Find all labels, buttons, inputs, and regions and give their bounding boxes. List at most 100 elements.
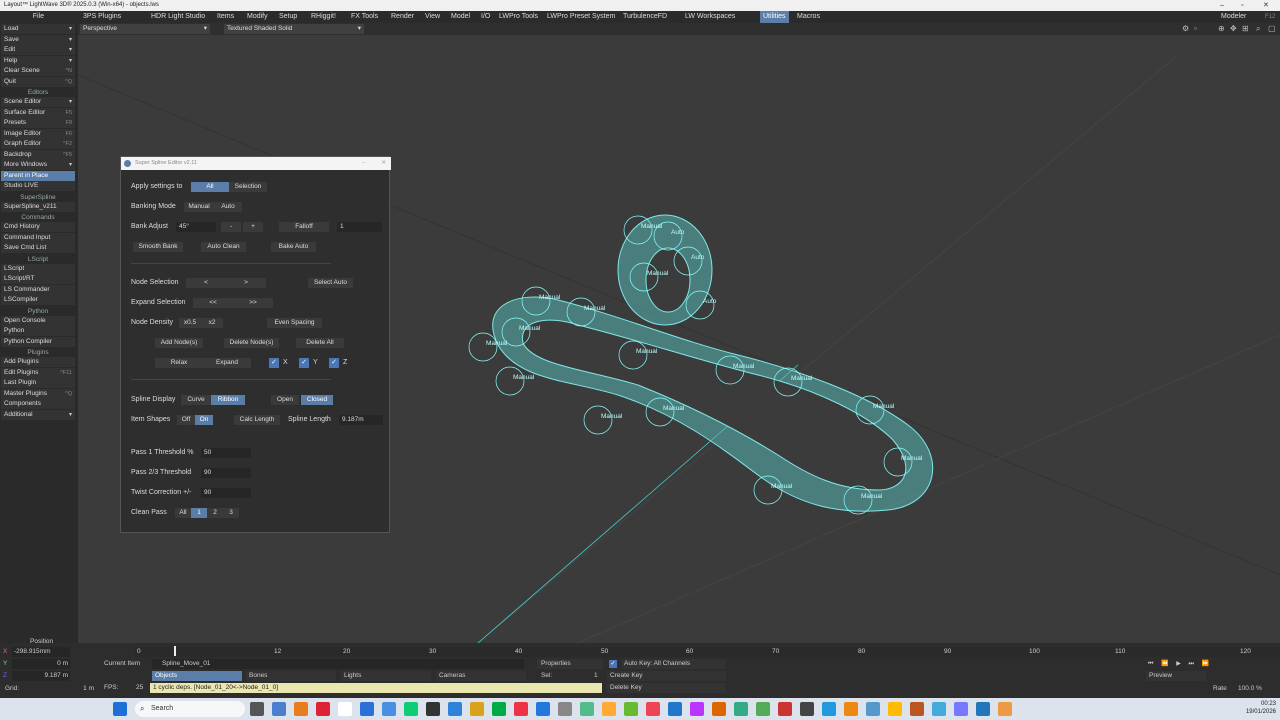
sidebar-item-image-editor[interactable]: Image Editor F6 [1, 128, 75, 139]
sidebar-item-save[interactable]: Save ▾ [1, 34, 75, 45]
taskbar-app-icon[interactable] [470, 702, 484, 716]
taskbar-app-icon[interactable] [866, 702, 880, 716]
banking-auto-button[interactable]: Auto [214, 202, 242, 212]
zoom-view-icon[interactable]: ⊞ [1242, 24, 1249, 33]
spline-node-handle[interactable] [495, 366, 525, 396]
auto-key-select[interactable]: Auto Key: All Channels [622, 659, 726, 669]
lights-button[interactable]: Lights [341, 671, 431, 681]
position-x-field[interactable]: -298.915mm [12, 647, 70, 657]
taskbar-app-icon[interactable] [734, 702, 748, 716]
taskbar-app-icon[interactable] [756, 702, 770, 716]
taskbar-app-icon[interactable] [360, 702, 374, 716]
menu-macros[interactable]: Macros [794, 11, 823, 23]
axis-x-checkbox[interactable]: ✓ [269, 358, 279, 368]
taskbar-app-icon[interactable] [646, 702, 660, 716]
display-ribbon-button[interactable]: Ribbon [211, 395, 245, 405]
frame-slider-handle[interactable] [174, 646, 176, 656]
sidebar-item-more-windows[interactable]: More Windows ▾ [1, 160, 75, 170]
sidebar-item-additional[interactable]: Additional ▾ [1, 409, 75, 420]
menu-3ps-plugins[interactable]: 3PS Plugins [80, 11, 124, 23]
view-type-select[interactable]: Perspective ▾ [80, 24, 210, 34]
clean-pass-2-button[interactable]: 2 [207, 508, 223, 518]
pass1-threshold-field[interactable]: 50 [201, 448, 251, 458]
taskbar-app-icon[interactable] [998, 702, 1012, 716]
rate-value[interactable]: 100.0 % [1238, 684, 1262, 694]
calc-length-button[interactable]: Calc Length [234, 415, 280, 425]
sidebar-item-lscript-rt[interactable]: LScript/RT [1, 274, 75, 284]
sidebar-item-scene-editor[interactable]: Scene Editor ▾ [1, 97, 75, 107]
sidebar-item-save-cmd-list[interactable]: Save Cmd List [1, 243, 75, 253]
sidebar-item-lscompiler[interactable]: LSCompiler [1, 295, 75, 305]
taskbar-app-icon[interactable] [580, 702, 594, 716]
spline-closed-button[interactable]: Closed [301, 395, 333, 405]
taskbar-app-icon[interactable] [712, 702, 726, 716]
taskbar-app-icon[interactable] [382, 702, 396, 716]
preview-select[interactable]: Preview [1146, 671, 1206, 681]
sidebar-item-presets[interactable]: Presets F8 [1, 118, 75, 128]
falloff-field[interactable]: 1 [337, 222, 382, 232]
cameras-button[interactable]: Cameras [436, 671, 526, 681]
menu-lwpro-preset-system[interactable]: LWPro Preset System [544, 11, 618, 23]
taskbar-app-icon[interactable] [536, 702, 550, 716]
grid-size-field[interactable]: 1 m [78, 684, 94, 694]
taskbar-app-icon[interactable] [602, 702, 616, 716]
falloff-button[interactable]: Falloff [279, 222, 329, 232]
menu-lw-workspaces[interactable]: LW Workspaces [682, 11, 738, 23]
menu-turbulencefd[interactable]: TurbulenceFD [620, 11, 670, 23]
sidebar-item-help[interactable]: Help ▾ [1, 55, 75, 66]
position-z-field[interactable]: 9.187 m [12, 671, 70, 681]
sidebar-item-cmd-history[interactable]: Cmd History [1, 222, 75, 232]
add-nodes-button[interactable]: Add Node(s) [155, 338, 203, 348]
spline-length-field[interactable]: 9.187m [339, 415, 383, 425]
playback-controls[interactable]: ⏮ ⏪ ▶ ⏭ ⏩ [1148, 659, 1212, 669]
menu-rhiggit-[interactable]: RHiggit! [308, 11, 339, 23]
sidebar-item-clear-scene[interactable]: Clear Scene ^N [1, 66, 75, 76]
sidebar-item-python-compiler[interactable]: Python Compiler [1, 336, 75, 347]
pin-icon[interactable]: ▫ [1194, 24, 1197, 33]
maximize-button[interactable]: ▫ [1241, 0, 1243, 11]
spline-open-button[interactable]: Open [271, 395, 299, 405]
taskbar-app-icon[interactable] [294, 702, 308, 716]
spline-node-handle[interactable] [583, 405, 613, 435]
menu-file[interactable]: File [0, 11, 78, 23]
sidebar-item-studio-live[interactable]: Studio LIVE [1, 181, 75, 191]
minimize-icon[interactable]: – [362, 157, 365, 170]
taskbar-app-icon[interactable] [426, 702, 440, 716]
node-prev-button[interactable]: < [186, 278, 226, 288]
auto-key-checkbox[interactable]: ✓ [609, 660, 617, 668]
search-icon[interactable]: ⌕ [1256, 24, 1260, 34]
sidebar-item-parent-in-place[interactable]: Parent in Place [1, 170, 75, 181]
sidebar-item-edit-plugins[interactable]: Edit Plugins ^F11 [1, 367, 75, 378]
menu-view[interactable]: View [422, 11, 443, 23]
sidebar-item-edit[interactable]: Edit ▾ [1, 45, 75, 55]
close-button[interactable]: ✕ [1263, 0, 1269, 11]
search-box[interactable]: ⌕ Search [135, 701, 245, 717]
taskbar-app-icon[interactable] [624, 702, 638, 716]
bones-button[interactable]: Bones [246, 671, 336, 681]
sidebar-item-ls-commander[interactable]: LS Commander [1, 284, 75, 295]
taskbar-app-icon[interactable] [888, 702, 902, 716]
sidebar-item-backdrop[interactable]: Backdrop ^F5 [1, 149, 75, 160]
twist-correction-field[interactable]: 90 [201, 488, 251, 498]
menu-modify[interactable]: Modify [244, 11, 271, 23]
clean-pass-all-button[interactable]: All [175, 508, 191, 518]
sidebar-item-add-plugins[interactable]: Add Plugins [1, 357, 75, 367]
close-icon[interactable]: ✕ [381, 157, 386, 170]
taskbar-app-icon[interactable] [910, 702, 924, 716]
select-auto-button[interactable]: Select Auto [308, 278, 353, 288]
menu-render[interactable]: Render [388, 11, 417, 23]
properties-button[interactable]: Properties [537, 659, 603, 669]
shrink-selection-button[interactable]: << [193, 298, 233, 308]
auto-clean-button[interactable]: Auto Clean [201, 242, 246, 252]
taskbar-app-icon[interactable] [338, 702, 352, 716]
sidebar-item-master-plugins[interactable]: Master Plugins ^Q [1, 388, 75, 399]
taskbar-app-icon[interactable] [316, 702, 330, 716]
pass23-threshold-field[interactable]: 90 [201, 468, 251, 478]
expand-button[interactable]: Expand [203, 358, 251, 368]
fps-value[interactable]: 25 [136, 683, 143, 693]
dialog-title-bar[interactable]: Super Spline Editor v2.11 – ✕ [121, 157, 391, 170]
axis-z-checkbox[interactable]: ✓ [329, 358, 339, 368]
taskbar-app-icon[interactable] [778, 702, 792, 716]
axis-y-checkbox[interactable]: ✓ [299, 358, 309, 368]
bank-plus-button[interactable]: + [243, 222, 263, 232]
